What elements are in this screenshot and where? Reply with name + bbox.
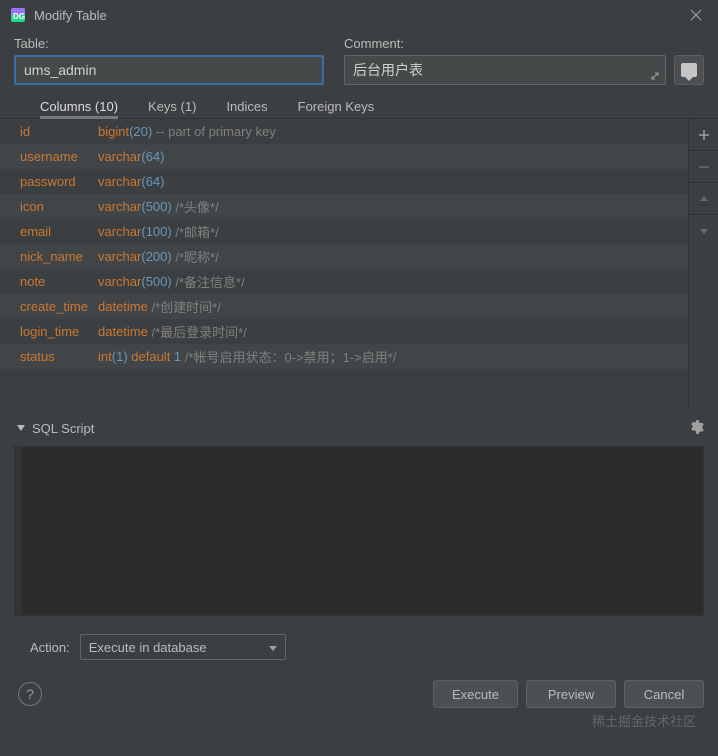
column-row[interactable]: create_timedatetime /*创建时间*/ [0, 294, 688, 319]
column-row[interactable]: statusint(1) default 1 /*帐号启用状态：0->禁用；1-… [0, 344, 688, 369]
watermark: 稀土掘金技术社区 [592, 711, 696, 730]
column-comment: -- part of primary key [152, 124, 276, 139]
comment-label: Comment: [344, 36, 704, 51]
sql-script-label: SQL Script [32, 421, 688, 436]
execute-button[interactable]: Execute [433, 680, 518, 708]
column-row[interactable]: usernamevarchar(64) [0, 144, 688, 169]
column-comment: /*头像*/ [172, 197, 219, 216]
comment-input[interactable] [344, 55, 666, 85]
action-row: Action: Execute in database [0, 616, 718, 660]
column-name: create_time [20, 299, 98, 314]
column-name: login_time [20, 324, 98, 339]
table-label: Table: [14, 36, 324, 51]
column-size: 500 [146, 274, 168, 289]
column-name: nick_name [20, 249, 98, 264]
column-comment: /*创建时间*/ [148, 297, 221, 316]
column-type: varchar [98, 224, 141, 239]
column-type: datetime [98, 299, 148, 314]
columns-area: idbigint(20) -- part of primary keyusern… [0, 119, 718, 409]
tab-foreign-keys[interactable]: Foreign Keys [298, 99, 375, 118]
close-icon[interactable] [684, 3, 708, 27]
column-name: status [20, 349, 98, 364]
column-size: 200 [146, 249, 168, 264]
svg-text:DG: DG [13, 12, 25, 21]
column-row[interactable]: idbigint(20) -- part of primary key [0, 119, 688, 144]
chat-icon [681, 63, 697, 77]
preview-button[interactable]: Preview [526, 680, 616, 708]
tab-columns[interactable]: Columns (10) [40, 99, 118, 119]
column-type: varchar [98, 249, 141, 264]
column-name: password [20, 174, 98, 189]
top-inputs: Table: Comment: [0, 30, 718, 85]
tab-keys[interactable]: Keys (1) [148, 99, 196, 118]
column-type: int [98, 349, 112, 364]
tab-indices[interactable]: Indices [226, 99, 267, 118]
bottom-row: ? Execute Preview Cancel [0, 660, 718, 708]
column-comment: /*备注信息*/ [172, 272, 245, 291]
app-icon: DG [10, 7, 26, 23]
comment-dialog-button[interactable] [674, 55, 704, 85]
help-icon: ? [26, 686, 34, 702]
table-name-input[interactable] [14, 55, 324, 85]
column-row[interactable]: login_timedatetime /*最后登录时间*/ [0, 319, 688, 344]
column-type: varchar [98, 274, 141, 289]
column-size: 64 [146, 174, 160, 189]
side-buttons [688, 119, 718, 409]
help-button[interactable]: ? [18, 682, 42, 706]
action-select-value: Execute in database [89, 640, 207, 655]
column-type: varchar [98, 149, 141, 164]
sql-script-header[interactable]: SQL Script [0, 409, 718, 442]
column-type: datetime [98, 324, 148, 339]
column-type: bigint [98, 124, 129, 139]
column-row[interactable]: passwordvarchar(64) [0, 169, 688, 194]
window-title: Modify Table [34, 8, 107, 23]
action-label: Action: [30, 640, 70, 655]
column-size: 20 [133, 124, 147, 139]
column-size: 100 [146, 224, 168, 239]
action-select[interactable]: Execute in database [80, 634, 286, 660]
chevron-down-icon [269, 640, 277, 655]
column-row[interactable]: nick_namevarchar(200) /*昵称*/ [0, 244, 688, 269]
column-name: icon [20, 199, 98, 214]
column-type: varchar [98, 174, 141, 189]
column-name: email [20, 224, 98, 239]
sql-script-textarea[interactable] [14, 446, 704, 616]
tab-bar: Columns (10) Keys (1) Indices Foreign Ke… [0, 85, 718, 119]
column-name: id [20, 124, 98, 139]
column-comment: /*邮箱*/ [172, 222, 219, 241]
column-row[interactable]: emailvarchar(100) /*邮箱*/ [0, 219, 688, 244]
column-name: username [20, 149, 98, 164]
column-comment: /*最后登录时间*/ [148, 322, 247, 341]
column-size: 1 [116, 349, 123, 364]
column-comment: /*昵称*/ [172, 247, 219, 266]
remove-column-button[interactable] [689, 151, 718, 183]
column-row[interactable]: notevarchar(500) /*备注信息*/ [0, 269, 688, 294]
column-size: 64 [146, 149, 160, 164]
title-bar: DG Modify Table [0, 0, 718, 30]
columns-list[interactable]: idbigint(20) -- part of primary keyusern… [0, 119, 688, 409]
column-type: varchar [98, 199, 141, 214]
gear-icon[interactable] [688, 419, 704, 438]
column-row[interactable]: iconvarchar(500) /*头像*/ [0, 194, 688, 219]
column-size: 500 [146, 199, 168, 214]
move-up-button[interactable] [689, 183, 718, 215]
column-name: note [20, 274, 98, 289]
add-column-button[interactable] [689, 119, 718, 151]
column-default: default 1 [128, 349, 182, 364]
chevron-down-icon [16, 421, 26, 436]
move-down-button[interactable] [689, 215, 718, 247]
column-comment: /*帐号启用状态：0->禁用；1->启用*/ [181, 347, 396, 366]
cancel-button[interactable]: Cancel [624, 680, 704, 708]
